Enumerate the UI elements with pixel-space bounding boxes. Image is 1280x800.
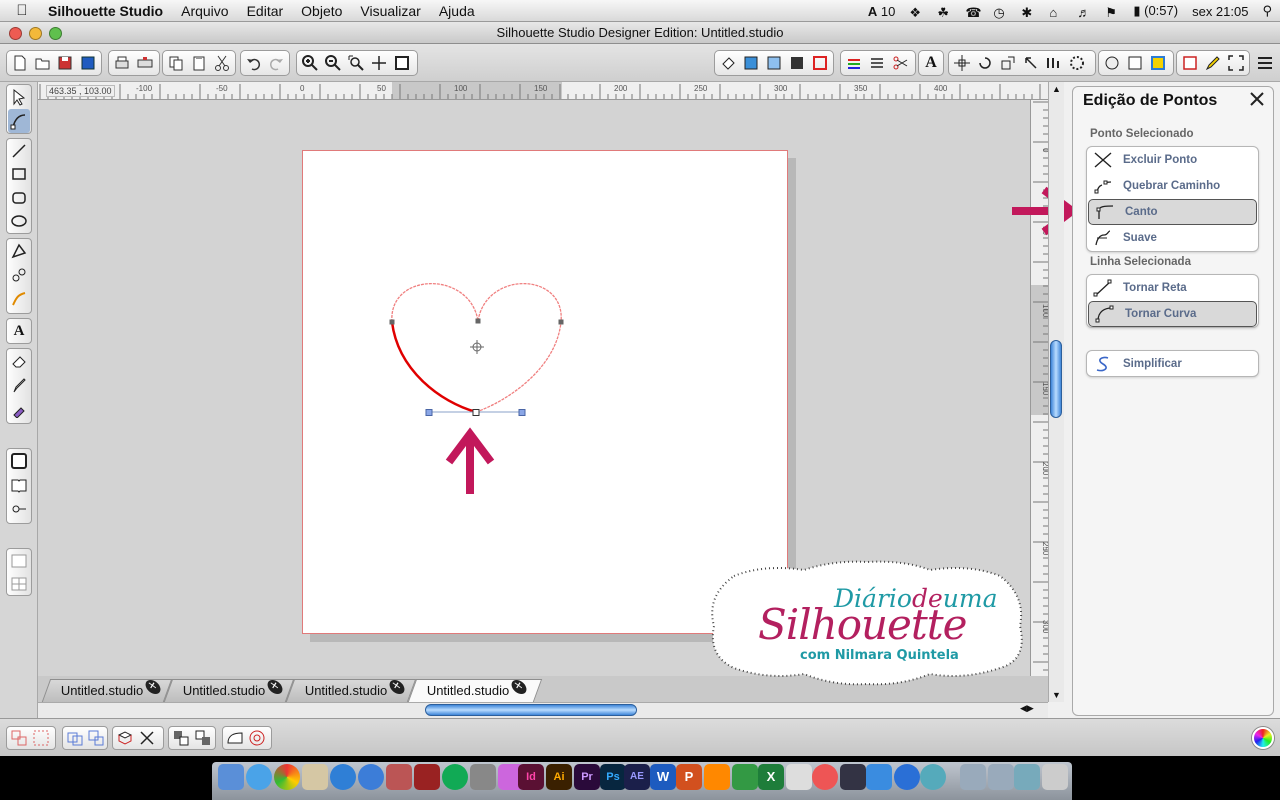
compound-tools bbox=[62, 726, 108, 750]
anchor-point-left[interactable] bbox=[389, 319, 395, 325]
dock-word-icon[interactable]: W bbox=[650, 764, 676, 790]
simplify-box: Simplificar bbox=[1086, 350, 1259, 377]
offset-icon[interactable] bbox=[247, 728, 267, 748]
dock-camera-icon[interactable] bbox=[786, 764, 812, 790]
anchor-point-top[interactable] bbox=[475, 318, 481, 324]
smooth-point-icon bbox=[1091, 228, 1115, 248]
dock-applications-icon[interactable] bbox=[988, 764, 1014, 790]
button-label: Suave bbox=[1123, 232, 1157, 244]
dock-documents-icon[interactable] bbox=[960, 764, 986, 790]
line-actions-box: Tornar Reta Tornar Curva bbox=[1086, 274, 1259, 328]
dock-illustrator-icon[interactable]: Ai bbox=[546, 764, 572, 790]
button-label: Tornar Reta bbox=[1123, 282, 1187, 294]
close-icon[interactable] bbox=[1248, 90, 1266, 108]
offset-tools bbox=[222, 726, 272, 750]
dock-launchpad-icon[interactable] bbox=[866, 764, 892, 790]
dock-vlc-icon[interactable] bbox=[704, 764, 730, 790]
dock-indesign-icon[interactable]: Id bbox=[518, 764, 544, 790]
button-label: Tornar Curva bbox=[1125, 308, 1197, 320]
watermark-line2: Silhouette bbox=[758, 600, 967, 649]
corner-point-icon bbox=[1093, 202, 1117, 222]
delete-point-button[interactable]: Excluir Ponto bbox=[1087, 147, 1258, 173]
button-label: Excluir Ponto bbox=[1123, 154, 1198, 166]
simplify-button[interactable]: Simplificar bbox=[1087, 351, 1258, 377]
corner-point-button[interactable]: Canto bbox=[1088, 199, 1257, 225]
section-line-selected: Linha Selecionada bbox=[1090, 256, 1191, 268]
dock-timemachine-icon[interactable] bbox=[442, 764, 468, 790]
dock-trash-icon[interactable] bbox=[1042, 764, 1068, 790]
selected-point[interactable] bbox=[472, 409, 480, 416]
dock-appstore-icon[interactable] bbox=[246, 764, 272, 790]
bezier-handle-left[interactable] bbox=[425, 409, 433, 416]
dock-internet-icon[interactable] bbox=[894, 764, 920, 790]
delete-point-icon bbox=[1091, 150, 1115, 170]
center-crosshair-icon bbox=[470, 340, 484, 354]
break-path-icon bbox=[1091, 176, 1115, 196]
section-point-selected: Ponto Selecionado bbox=[1090, 128, 1194, 140]
dock-photobooth-icon[interactable] bbox=[414, 764, 440, 790]
anchor-point-right[interactable] bbox=[558, 319, 564, 325]
ungroup-icon[interactable] bbox=[31, 728, 51, 748]
tab-label: Untitled.studio bbox=[304, 683, 388, 698]
weld-icon[interactable] bbox=[115, 728, 135, 748]
watermark-logo: Diáriodeuma Silhouette com Nilmara Quint… bbox=[704, 556, 1030, 688]
arrange-tools bbox=[168, 726, 216, 750]
dock-screen-icon[interactable] bbox=[840, 764, 866, 790]
dock-chrome-icon[interactable] bbox=[274, 764, 300, 790]
dock-photoshop-icon[interactable]: Ps bbox=[600, 764, 626, 790]
dock-silhouette-icon[interactable] bbox=[732, 764, 758, 790]
dock-excel-icon[interactable]: X bbox=[758, 764, 784, 790]
annotation-up-arrow-icon bbox=[445, 427, 495, 494]
make-curve-icon bbox=[1093, 304, 1117, 324]
dock-premiere-icon[interactable]: Pr bbox=[574, 764, 600, 790]
dock-photo-icon[interactable] bbox=[386, 764, 412, 790]
dock-downloads-icon[interactable] bbox=[1014, 764, 1040, 790]
color-wheel-icon[interactable] bbox=[1252, 727, 1274, 749]
button-label: Simplificar bbox=[1123, 358, 1182, 370]
group-icon[interactable] bbox=[9, 728, 29, 748]
point-actions-box: Excluir Ponto Quebrar Caminho Canto Suav… bbox=[1086, 146, 1259, 252]
delete-icon[interactable] bbox=[137, 728, 157, 748]
tab-label: Untitled.studio bbox=[426, 683, 510, 698]
smooth-point-button[interactable]: Suave bbox=[1087, 225, 1258, 251]
make-straight-icon bbox=[1091, 278, 1115, 298]
weld-tools bbox=[112, 726, 164, 750]
dock-itunes-icon[interactable] bbox=[358, 764, 384, 790]
dock-cherry-icon[interactable] bbox=[812, 764, 838, 790]
bring-front-icon[interactable] bbox=[171, 728, 191, 748]
horizontal-scroll-thumb[interactable] bbox=[425, 704, 637, 716]
watermark-line3: com Nilmara Quintela bbox=[800, 648, 959, 663]
dock-safari-icon[interactable] bbox=[330, 764, 356, 790]
dock-powerpoint-icon[interactable]: P bbox=[676, 764, 702, 790]
make-compound-icon[interactable] bbox=[65, 728, 84, 748]
simplify-icon bbox=[1091, 354, 1115, 374]
make-curve-button[interactable]: Tornar Curva bbox=[1088, 301, 1257, 327]
button-label: Quebrar Caminho bbox=[1123, 180, 1221, 192]
button-label: Canto bbox=[1125, 206, 1158, 218]
release-compound-icon[interactable] bbox=[86, 728, 105, 748]
bottom-toolbar bbox=[0, 718, 1280, 756]
trace-icon[interactable] bbox=[225, 728, 245, 748]
break-path-button[interactable]: Quebrar Caminho bbox=[1087, 173, 1258, 199]
vertical-scroll-thumb[interactable] bbox=[1050, 340, 1062, 418]
group-tools bbox=[6, 726, 56, 750]
bezier-handle-right[interactable] bbox=[518, 409, 526, 416]
scroll-down-icon[interactable]: ▼ bbox=[1052, 690, 1061, 700]
tab-label: Untitled.studio bbox=[60, 683, 144, 698]
dock-finder-icon[interactable] bbox=[218, 764, 244, 790]
dock-preview-icon[interactable] bbox=[302, 764, 328, 790]
send-back-icon[interactable] bbox=[193, 728, 213, 748]
dock-sysprefs-icon[interactable] bbox=[470, 764, 496, 790]
panel-title: Edição de Pontos bbox=[1083, 92, 1218, 109]
dock-skype-icon[interactable] bbox=[920, 764, 946, 790]
make-straight-button[interactable]: Tornar Reta bbox=[1087, 275, 1258, 301]
selected-segment[interactable] bbox=[390, 321, 477, 414]
dock-aftereffects-icon[interactable]: AE bbox=[624, 764, 650, 790]
scroll-up-icon[interactable]: ▲ bbox=[1052, 84, 1061, 94]
tab-label: Untitled.studio bbox=[182, 683, 266, 698]
scroll-left-icon[interactable]: ◀▶ bbox=[1020, 703, 1034, 714]
